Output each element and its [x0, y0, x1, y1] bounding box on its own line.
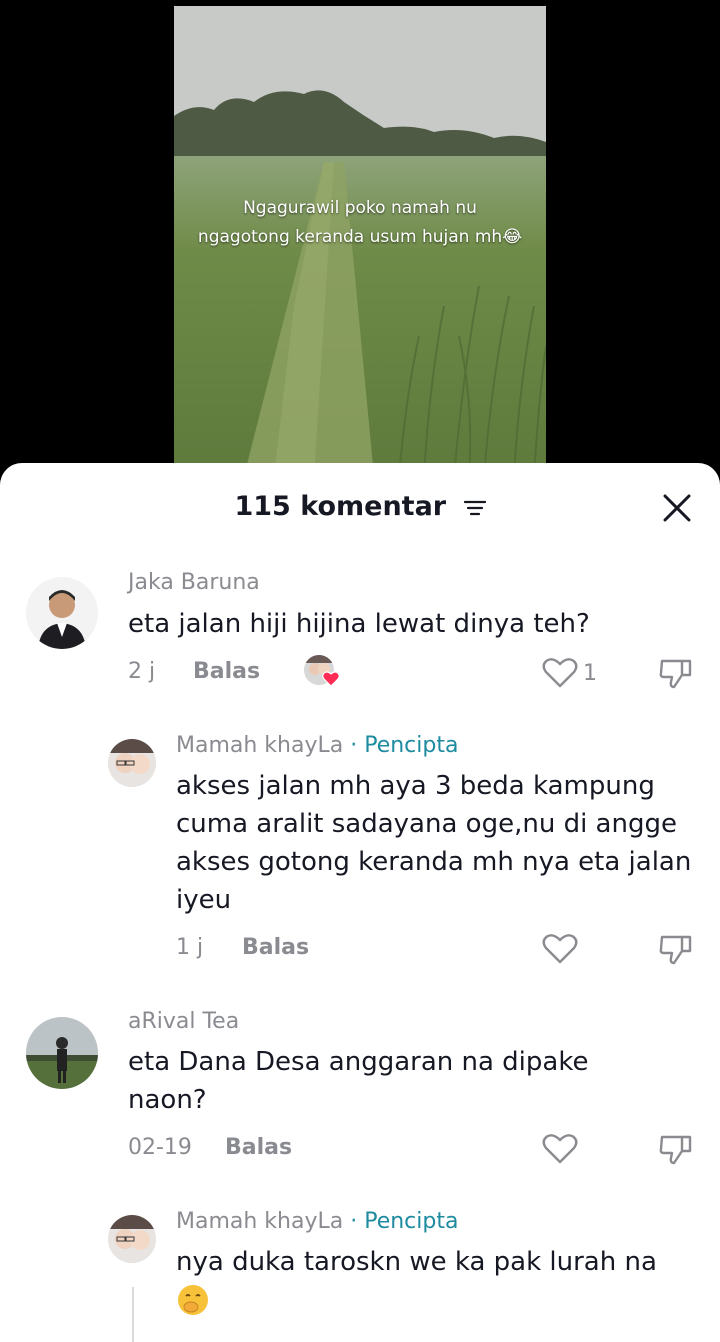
caption-line-2: ngagotong keranda usum hujan mh😂 [197, 227, 523, 247]
username-text[interactable]: Mamah khayLa [176, 733, 343, 758]
comment-text: akses jalan mh aya 3 beda kampung cuma a… [176, 771, 692, 915]
comment-username[interactable]: aRival Tea [128, 1009, 239, 1034]
comments-sheet: 115 komentar Jaka Baruna eta jalan hiji … [0, 463, 720, 1342]
heart-badge-icon [322, 671, 340, 687]
shushing-face-emoji [178, 1285, 208, 1315]
like-count: 1 [583, 661, 597, 686]
reply-button[interactable]: Balas [225, 1135, 292, 1160]
like-icon[interactable] [542, 657, 578, 689]
comment-text: nya duka taroskn we ka pak lurah na [176, 1247, 657, 1277]
avatar-image [26, 1017, 98, 1089]
comment-item: aRival Tea eta Dana Desa anggaran na dip… [0, 1003, 720, 1203]
comment-item: Jaka Baruna eta jalan hiji hijina lewat … [0, 463, 720, 703]
like-icon[interactable] [542, 933, 578, 965]
reply-item: Mamah khayLa · Pencipta nya duka taroskn… [0, 1203, 720, 1342]
caption-line-1: Ngagurawil poko namah nu [243, 198, 477, 218]
video-caption: Ngagurawil poko namah nu ngagotong keran… [174, 194, 546, 252]
thread-line [132, 1287, 134, 1342]
avatar-image [26, 577, 98, 649]
comment-time: 1 j [176, 935, 204, 960]
reply-button[interactable]: Balas [193, 659, 260, 684]
video-player[interactable]: Ngagurawil poko namah nu ngagotong keran… [174, 6, 546, 476]
comment-username[interactable]: Jaka Baruna [128, 570, 260, 595]
username-text[interactable]: Mamah khayLa [176, 1209, 343, 1234]
comment-time: 2 j [128, 659, 156, 684]
reply-button[interactable]: Balas [242, 935, 309, 960]
avatar-image [108, 1215, 156, 1263]
avatar[interactable] [26, 577, 98, 649]
like-icon[interactable] [542, 1133, 578, 1165]
comment-username[interactable]: Mamah khayLa · Pencipta [176, 1209, 458, 1234]
avatar[interactable] [108, 739, 156, 787]
creator-tag: · Pencipta [350, 733, 459, 758]
creator-tag: · Pencipta [350, 1209, 459, 1234]
dislike-icon[interactable] [658, 1132, 694, 1168]
comment-time: 02-19 [128, 1135, 192, 1160]
creator-liked-badge [304, 655, 344, 689]
dislike-icon[interactable] [658, 656, 694, 692]
avatar[interactable] [26, 1017, 98, 1089]
avatar-image [108, 739, 156, 787]
avatar[interactable] [108, 1215, 156, 1263]
comment-username[interactable]: Mamah khayLa · Pencipta [176, 733, 458, 758]
comment-text: eta jalan hiji hijina lewat dinya teh? [128, 609, 590, 639]
comment-text: eta Dana Desa anggaran na dipake naon? [128, 1047, 589, 1115]
reply-item: Mamah khayLa · Pencipta akses jalan mh a… [0, 703, 720, 983]
dislike-icon[interactable] [658, 932, 694, 968]
